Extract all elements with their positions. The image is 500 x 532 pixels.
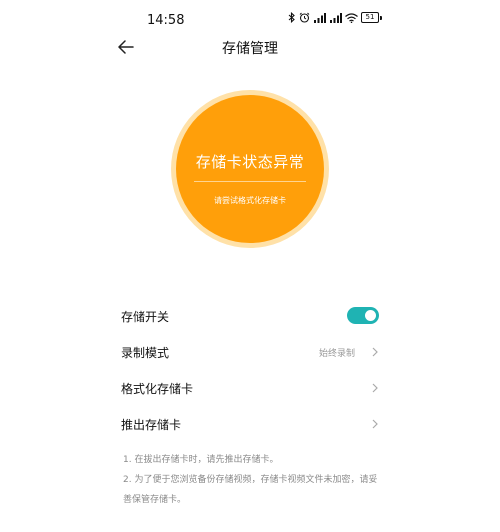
- alarm-icon: [299, 12, 310, 23]
- wifi-icon: [345, 12, 358, 23]
- storage-status-title: 存储卡状态异常: [195, 153, 305, 171]
- storage-status-indicator: 存储卡状态异常 请尝试格式化存储卡: [171, 90, 329, 248]
- storage-switch-toggle[interactable]: [347, 307, 379, 324]
- eject-card-row[interactable]: 推出存储卡: [121, 406, 381, 442]
- note-item: 1. 在拔出存储卡时，请先推出存储卡。: [123, 455, 279, 465]
- chevron-right-icon: [372, 347, 378, 357]
- toggle-knob: [365, 310, 376, 321]
- chevron-right-icon: [372, 419, 378, 429]
- storage-status-subtitle: 请尝试格式化存储卡: [214, 196, 286, 205]
- chevron-right-icon: [372, 383, 378, 393]
- bluetooth-icon: [288, 12, 295, 23]
- note-item: 2. 为了便于您浏览备份存储视频，存储卡视频文件未加密，请妥善保管存储卡。: [123, 475, 378, 505]
- format-card-row[interactable]: 格式化存储卡: [121, 370, 381, 406]
- notes: 1. 在拔出存储卡时，请先推出存储卡。 2. 为了便于您浏览备份存储视频，存储卡…: [123, 450, 381, 510]
- storage-switch-row: 存储开关: [121, 298, 381, 334]
- record-mode-value: 始终录制: [318, 349, 355, 359]
- eject-card-label: 推出存储卡: [121, 418, 182, 432]
- status-icons: 51: [288, 12, 382, 23]
- status-divider: [194, 181, 306, 182]
- battery-level: 51: [361, 12, 379, 23]
- signal-icon-2: [330, 12, 342, 23]
- page-header: 存储管理: [0, 32, 500, 64]
- record-mode-label: 录制模式: [121, 346, 170, 360]
- storage-switch-label: 存储开关: [121, 310, 170, 324]
- page-title: 存储管理: [222, 41, 278, 57]
- signal-icon: [314, 12, 326, 23]
- battery-icon: 51: [361, 12, 382, 23]
- format-card-label: 格式化存储卡: [121, 382, 194, 396]
- status-time: 14:58: [147, 13, 185, 28]
- record-mode-row[interactable]: 录制模式 始终录制: [121, 334, 381, 370]
- storage-status-circle: 存储卡状态异常 请尝试格式化存储卡: [176, 95, 324, 243]
- settings-list: 存储开关 录制模式 始终录制 格式化存储卡 推出存储卡: [121, 298, 381, 442]
